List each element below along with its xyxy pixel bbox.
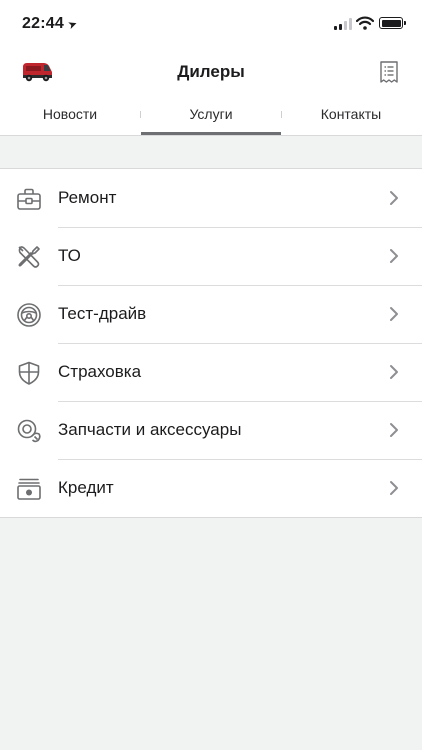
list-item-label: Запчасти и аксессуары xyxy=(58,420,242,439)
toolbox-icon xyxy=(17,188,41,210)
receipt-icon[interactable] xyxy=(377,60,401,84)
chevron-right-icon xyxy=(390,191,398,205)
list-item-parts[interactable]: Запчасти и аксессуары xyxy=(0,401,422,459)
chevron-right-icon xyxy=(390,423,398,437)
wrench-screwdriver-icon xyxy=(18,246,40,268)
credit-cash-icon xyxy=(17,478,41,500)
list-item-insurance[interactable]: Страховка xyxy=(0,343,422,401)
wifi-icon xyxy=(356,16,374,30)
list-item-label: Тест-драйв xyxy=(58,304,147,323)
chevron-right-icon xyxy=(390,249,398,263)
list-item-label: Кредит xyxy=(58,478,114,497)
list-item-repair[interactable]: Ремонт xyxy=(0,169,422,227)
list-item-label: Ремонт xyxy=(58,188,117,207)
list-item-test-drive[interactable]: Тест-драйв xyxy=(0,285,422,343)
page-title: Дилеры xyxy=(177,62,245,81)
shield-icon xyxy=(18,361,40,385)
tab-services[interactable]: Услуги xyxy=(141,96,281,136)
list-item-label: Страховка xyxy=(58,362,142,381)
cellular-signal-icon xyxy=(334,18,354,30)
services-list: Ремонт ТО Тест-драйв Страховка Запчасти … xyxy=(0,168,422,518)
parts-icon xyxy=(17,419,41,443)
battery-icon xyxy=(379,17,406,29)
segmented-tabs: Новости Услуги Контакты xyxy=(0,96,422,136)
steering-wheel-icon xyxy=(17,303,41,327)
status-time-text: 22:44 xyxy=(22,15,64,32)
tab-contacts[interactable]: Контакты xyxy=(281,96,421,136)
chevron-right-icon xyxy=(390,365,398,379)
tab-selected-indicator xyxy=(141,132,281,135)
chevron-right-icon xyxy=(390,307,398,321)
tab-news[interactable]: Новости xyxy=(0,96,140,136)
list-item-label: ТО xyxy=(58,246,81,265)
list-item-maintenance[interactable]: ТО xyxy=(0,227,422,285)
list-item-credit[interactable]: Кредит xyxy=(0,459,422,517)
chevron-right-icon xyxy=(390,481,398,495)
navigation-bar: Дилеры xyxy=(0,50,422,96)
status-bar: 22:44 ➤ xyxy=(0,0,422,50)
status-time: 22:44 ➤ xyxy=(22,15,80,33)
location-arrow-icon: ➤ xyxy=(66,17,80,33)
